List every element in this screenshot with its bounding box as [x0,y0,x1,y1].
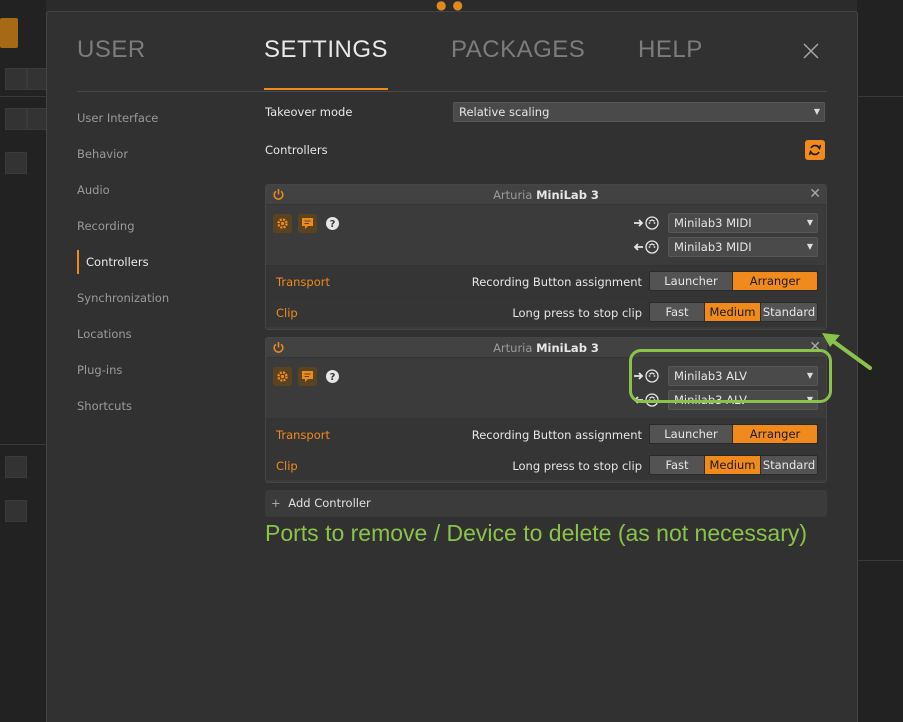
gear-icon [277,371,288,382]
background-divider [0,96,46,97]
tab-help[interactable]: HELP [638,36,703,64]
recording-button-segmented: Launcher Arranger [649,271,818,291]
help-icon: ? [326,217,339,230]
output-port-value: Minilab3 MIDI [674,240,752,254]
recording-button-label: Recording Button assignment [471,428,642,442]
caret-down-icon: ▼ [806,218,813,227]
speech-bubble-icon [302,218,313,229]
transport-row: Transport Recording Button assignment La… [266,265,826,296]
input-port-row: Minilab3 MIDI ▼ [632,213,818,233]
transport-row: Transport Recording Button assignment La… [266,418,826,449]
sidebar-item-user-interface[interactable]: User Interface [77,106,237,142]
add-controller-label: Add Controller [288,496,371,510]
takeover-mode-select[interactable]: Relative scaling ▼ [453,102,825,122]
tab-user[interactable]: USER [77,36,146,64]
refresh-icon [808,144,822,156]
controller-vendor: Arturia [493,341,533,355]
sidebar-item-recording[interactable]: Recording [77,214,237,250]
output-port-row: Minilab3 MIDI ▼ [632,237,818,257]
background-cell [5,456,27,478]
option-launcher[interactable]: Launcher [650,272,733,290]
option-standard[interactable]: Standard [761,303,817,321]
settings-sidebar: User Interface Behavior Audio Recording … [77,106,237,430]
background-divider [858,560,903,561]
sidebar-item-behavior[interactable]: Behavior [77,142,237,178]
transport-section-label: Transport [276,275,330,289]
background-divider [0,444,46,445]
clip-row: Clip Long press to stop clip Fast Medium… [266,449,826,480]
background-cell [5,68,27,90]
controller-model: MiniLab 3 [536,341,599,355]
sidebar-item-shortcuts[interactable]: Shortcuts [77,394,237,430]
controller-title: Arturia MiniLab 3 [266,188,826,202]
option-fast[interactable]: Fast [650,456,705,474]
controller-notes-button[interactable] [298,367,317,386]
midi-output-icon [633,240,659,254]
controller-vendor: Arturia [493,188,533,202]
caret-down-icon: ▼ [813,107,820,116]
close-icon [803,43,819,59]
clip-section-label: Clip [276,459,298,473]
dialog-tabs: USER SETTINGS PACKAGES HELP [77,36,827,92]
midi-input-icon [634,216,659,230]
transport-section-label: Transport [276,428,330,442]
sidebar-item-synchronization[interactable]: Synchronization [77,286,237,322]
close-dialog-button[interactable] [799,36,823,64]
controller-help-button[interactable]: ? [323,214,342,233]
controller-header: Arturia MiniLab 3 ✕ [266,185,826,205]
refresh-controllers-button[interactable] [805,140,825,160]
sidebar-item-plug-ins[interactable]: Plug-ins [77,358,237,394]
recording-button-label: Recording Button assignment [471,275,642,289]
controller-settings-button[interactable] [273,214,292,233]
long-press-segmented: Fast Medium Standard [649,455,818,475]
caret-down-icon: ▼ [806,242,813,251]
clip-section-label: Clip [276,306,298,320]
option-standard[interactable]: Standard [761,456,817,474]
recording-button-segmented: Launcher Arranger [649,424,818,444]
option-fast[interactable]: Fast [650,303,705,321]
sidebar-item-locations[interactable]: Locations [77,322,237,358]
background-divider [858,96,903,97]
long-press-label: Long press to stop clip [512,459,642,473]
clip-row: Clip Long press to stop clip Fast Medium… [266,296,826,327]
option-launcher[interactable]: Launcher [650,425,733,443]
input-port-select[interactable]: Minilab3 MIDI ▼ [668,213,818,233]
long-press-segmented: Fast Medium Standard [649,302,818,322]
controller-model: MiniLab 3 [536,188,599,202]
annotation-highlight-box [629,349,832,403]
controller-notes-button[interactable] [298,214,317,233]
background-cell [5,152,27,174]
remove-controller-button[interactable]: ✕ [809,186,821,202]
option-arranger[interactable]: Arranger [733,272,817,290]
plus-icon: + [271,496,281,510]
background-cell [5,108,27,130]
takeover-mode-value: Relative scaling [459,105,550,119]
help-icon: ? [326,370,339,383]
sidebar-item-controllers[interactable]: Controllers [77,250,237,286]
sidebar-item-audio[interactable]: Audio [77,178,237,214]
controller-help-button[interactable]: ? [323,367,342,386]
annotation-arrow-icon [822,333,872,370]
controller-body: ? Minilab3 MIDI ▼ Minilab3 MIDI ▼ [266,205,826,265]
tab-packages[interactable]: PACKAGES [451,36,585,64]
tab-settings[interactable]: SETTINGS [264,36,389,90]
gear-icon [277,218,288,229]
svg-text:?: ? [330,372,336,383]
input-port-value: Minilab3 MIDI [674,216,752,230]
option-arranger[interactable]: Arranger [733,425,817,443]
controller-settings-button[interactable] [273,367,292,386]
output-port-select[interactable]: Minilab3 MIDI ▼ [668,237,818,257]
option-medium[interactable]: Medium [705,303,761,321]
annotation-text: Ports to remove / Device to delete (as n… [265,520,808,546]
add-controller-button[interactable]: + Add Controller [265,490,827,517]
background-cell [5,500,27,522]
controller-panel-1: Arturia MiniLab 3 ✕ ? Minilab3 MIDI ▼ Mi… [265,184,827,330]
long-press-label: Long press to stop clip [512,306,642,320]
speech-bubble-icon [302,371,313,382]
controllers-label: Controllers [265,143,328,157]
option-medium[interactable]: Medium [705,456,761,474]
background-app-orange-button [0,18,18,48]
takeover-mode-label: Takeover mode [265,105,353,119]
svg-text:?: ? [330,219,336,230]
